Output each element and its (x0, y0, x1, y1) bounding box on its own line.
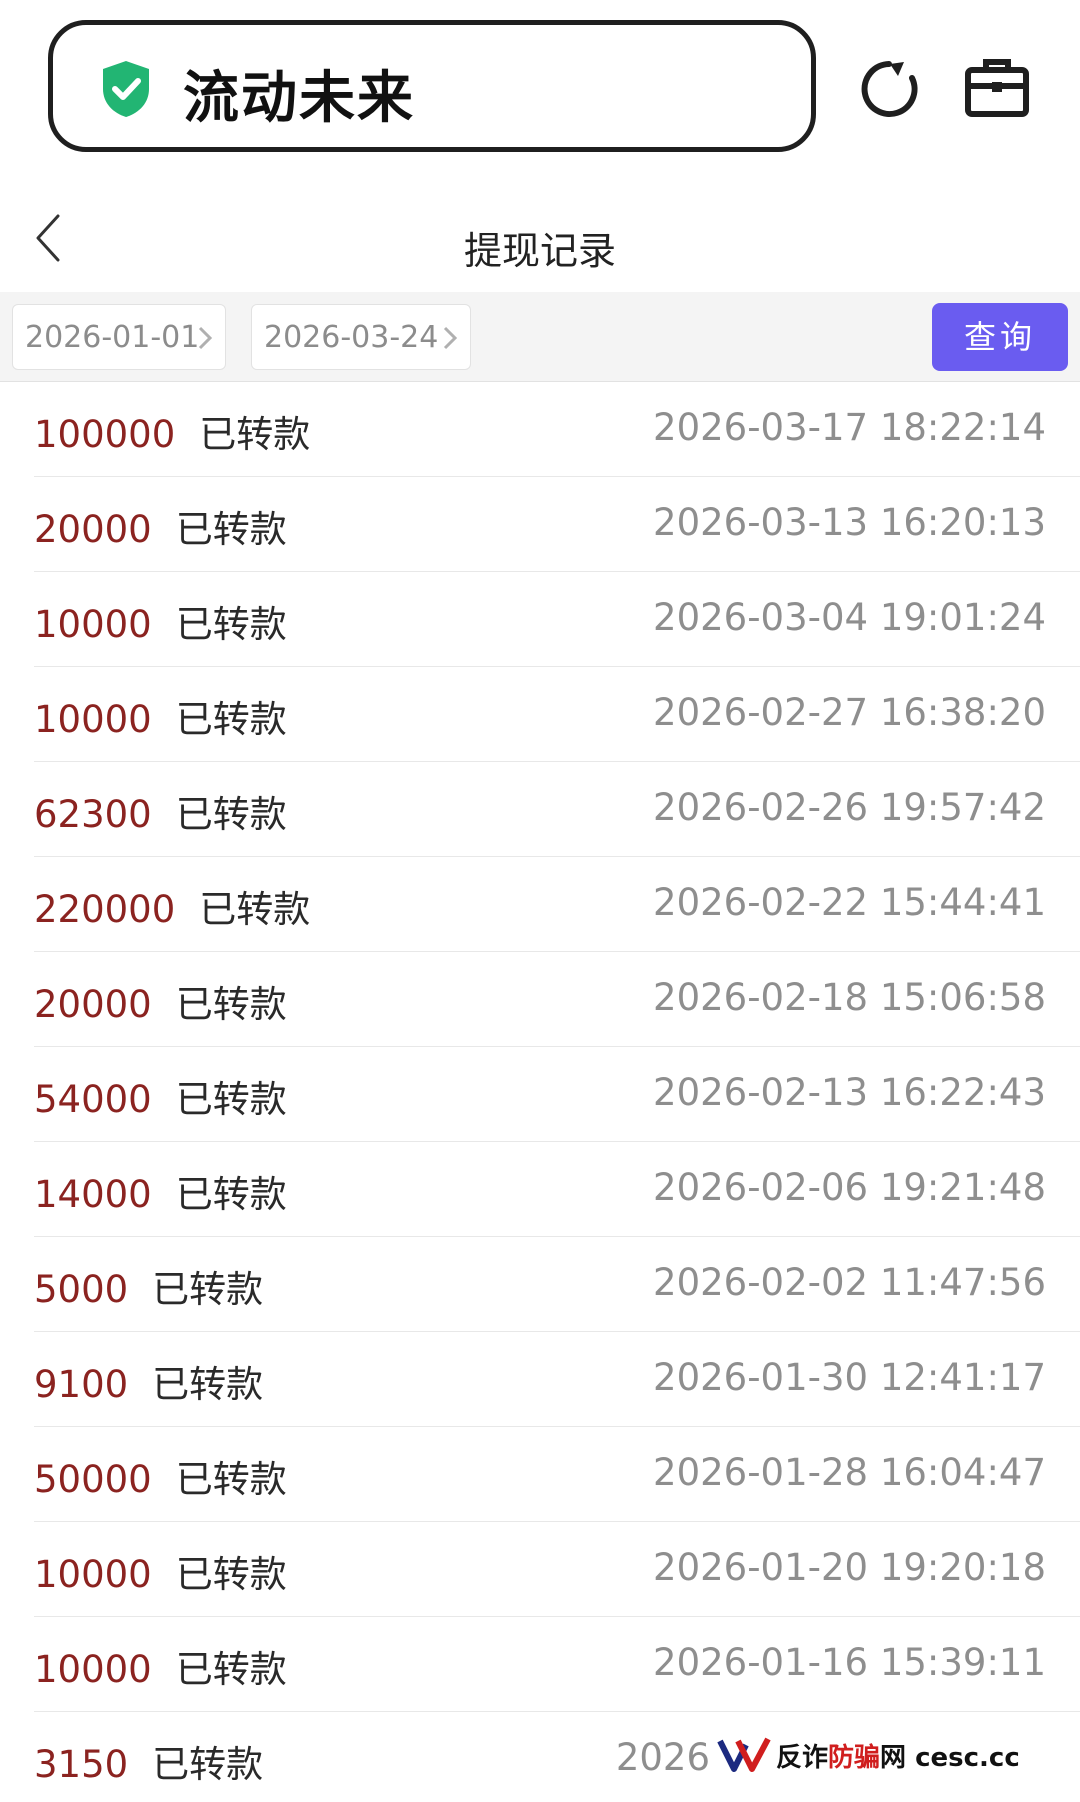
record-row[interactable]: 50000 已转款 2026-01-28 16:04:47 (0, 1427, 1080, 1522)
record-row[interactable]: 10000 已转款 2026-01-20 19:20:18 (0, 1522, 1080, 1617)
record-row[interactable]: 10000 已转款 2026-01-16 15:39:11 (0, 1617, 1080, 1712)
record-time: 2026-01-28 16:04:47 (653, 1451, 1046, 1494)
record-amount: 62300 (34, 793, 152, 836)
record-time: 2026-01-20 19:20:18 (653, 1546, 1046, 1589)
record-time: 2026-02-26 19:57:42 (653, 786, 1046, 829)
record-status: 已转款 (175, 983, 287, 1026)
record-amount: 3150 (34, 1743, 129, 1786)
record-status: 已转款 (175, 1173, 287, 1216)
record-row[interactable]: 9100 已转款 2026-01-30 12:41:17 (0, 1332, 1080, 1427)
record-status: 已转款 (175, 1648, 287, 1691)
record-amount: 220000 (34, 888, 176, 931)
chevron-right-icon (198, 326, 213, 350)
briefcase-icon[interactable] (964, 56, 1030, 118)
record-status: 已转款 (175, 508, 287, 551)
record-status: 已转款 (152, 1743, 264, 1786)
end-date-picker[interactable]: 2026-03-24 (251, 304, 471, 370)
record-time: 2026-03-13 16:20:13 (653, 501, 1046, 544)
start-date-value: 2026-01-01 (25, 319, 200, 355)
record-time: 2026-02-02 11:47:56 (653, 1261, 1046, 1304)
record-row[interactable]: 62300 已转款 2026-02-26 19:57:42 (0, 762, 1080, 857)
record-status: 已转款 (175, 1078, 287, 1121)
start-date-picker[interactable]: 2026-01-01 (12, 304, 226, 370)
record-amount: 100000 (34, 413, 176, 456)
record-status: 已转款 (152, 1363, 264, 1406)
record-row[interactable]: 220000 已转款 2026-02-22 15:44:41 (0, 857, 1080, 952)
record-row[interactable]: 10000 已转款 2026-03-04 19:01:24 (0, 572, 1080, 667)
record-time: 2026-02-13 16:22:43 (653, 1071, 1046, 1114)
record-row[interactable]: 14000 已转款 2026-02-06 19:21:48 (0, 1142, 1080, 1237)
record-row[interactable]: 100000 已转款 2026-03-17 18:22:14 (0, 382, 1080, 477)
record-time: 2026-02-18 15:06:58 (653, 976, 1046, 1019)
end-date-value: 2026-03-24 (264, 319, 439, 355)
record-amount: 50000 (34, 1458, 152, 1501)
record-time: 2026-02-27 16:38:20 (653, 691, 1046, 734)
mini-program-bar: 流动未来 (0, 0, 1080, 172)
record-status: 已转款 (175, 1553, 287, 1596)
watermark-text: 反诈防骗网 cesc.cc (776, 1742, 1020, 1773)
record-amount: 5000 (34, 1268, 129, 1311)
record-status: 已转款 (175, 793, 287, 836)
record-time: 2026-02-06 19:21:48 (653, 1166, 1046, 1209)
record-amount: 20000 (34, 508, 152, 551)
record-amount: 9100 (34, 1363, 129, 1406)
record-status: 已转款 (152, 1268, 264, 1311)
query-button[interactable]: 查询 (932, 303, 1068, 371)
record-amount: 10000 (34, 1648, 152, 1691)
app-name-capsule[interactable]: 流动未来 (48, 20, 816, 152)
refresh-icon[interactable] (856, 56, 922, 122)
date-filter-bar: 2026-01-01 2026-03-24 查询 (0, 292, 1080, 382)
record-time: 2026-01-16 15:39:11 (653, 1641, 1046, 1684)
record-row[interactable]: 5000 已转款 2026-02-02 11:47:56 (0, 1237, 1080, 1332)
shield-check-icon (103, 61, 149, 117)
record-time: 2026 (615, 1736, 710, 1779)
record-amount: 14000 (34, 1173, 152, 1216)
record-row[interactable]: 10000 已转款 2026-02-27 16:38:20 (0, 667, 1080, 762)
watermark-logo-icon (717, 1737, 771, 1772)
record-amount: 10000 (34, 1553, 152, 1596)
record-amount: 54000 (34, 1078, 152, 1121)
record-status: 已转款 (175, 698, 287, 741)
app-name: 流动未来 (183, 66, 415, 131)
record-row[interactable]: 54000 已转款 2026-02-13 16:22:43 (0, 1047, 1080, 1142)
page-title: 提现记录 (463, 229, 616, 273)
withdrawal-record-list: 100000 已转款 2026-03-17 18:22:14 20000 已转款 2… (0, 382, 1080, 1802)
record-status: 已转款 (175, 603, 287, 646)
watermark: 反诈防骗网 cesc.cc (716, 1730, 1052, 1780)
record-amount: 20000 (34, 983, 152, 1026)
record-status: 已转款 (199, 888, 311, 931)
record-row[interactable]: 20000 已转款 2026-03-13 16:20:13 (0, 477, 1080, 572)
record-status: 已转款 (175, 1458, 287, 1501)
nav-header: 提现记录 (0, 180, 1080, 290)
record-amount: 10000 (34, 698, 152, 741)
record-row[interactable]: 20000 已转款 2026-02-18 15:06:58 (0, 952, 1080, 1047)
record-time: 2026-03-17 18:22:14 (653, 406, 1046, 449)
record-time: 2026-01-30 12:41:17 (653, 1356, 1046, 1399)
record-time: 2026-02-22 15:44:41 (653, 881, 1046, 924)
record-time: 2026-03-04 19:01:24 (653, 596, 1046, 639)
record-amount: 10000 (34, 603, 152, 646)
chevron-right-icon (443, 326, 458, 350)
record-status: 已转款 (199, 413, 311, 456)
